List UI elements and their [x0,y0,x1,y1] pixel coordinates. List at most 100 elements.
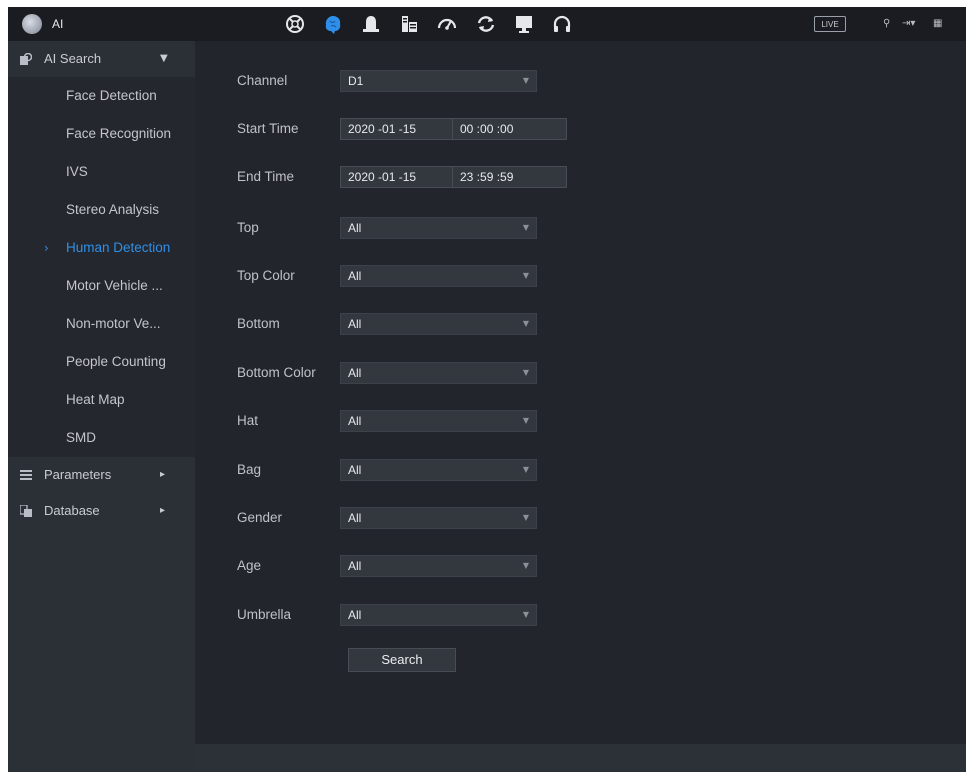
logout-icon[interactable]: ⇥▾ [902,17,915,31]
sidebar-ai-search[interactable]: AI Search ▼ [8,41,195,77]
umbrella-select[interactable]: All ▼ [340,604,537,626]
footer-bar [195,744,966,772]
start-time-input[interactable]: 00 :00 :00 [452,118,567,140]
live-button[interactable]: LIVE [814,16,846,32]
bottom-label: Bottom [237,316,280,331]
top-color-label: Top Color [237,268,295,283]
chevron-down-icon: ▼ [522,319,529,328]
search-icon [20,53,32,65]
gender-select[interactable]: All ▼ [340,507,537,529]
sidebar-item-face-recognition[interactable]: Face Recognition [8,115,195,153]
sidebar-item-label: SMD [66,430,96,445]
ai-logo-icon [22,14,42,34]
gender-label: Gender [237,510,283,525]
bottom-color-value: All [348,366,362,380]
top-label: Top [237,220,259,235]
bottom-color-row: Bottom Color All ▼ [195,360,966,386]
brand: AI [22,13,63,35]
chevron-down-icon: ▼ [522,513,529,522]
umbrella-value: All [348,608,362,622]
end-time-row: End Time 2020 -01 -15 23 :59 :59 [195,164,966,190]
sidebar-item-non-motor-vehicle[interactable]: Non-motor Ve... [8,305,195,343]
start-time-row: Start Time 2020 -01 -15 00 :00 :00 [195,116,966,142]
app-window: AI LIVE ⚲ ⇥▾ ▦ AI Search ▼ Face Detectio… [8,7,966,772]
sidebar-ai-search-label: AI Search [44,51,102,66]
hat-select[interactable]: All ▼ [340,410,537,432]
sidebar-database-label: Database [44,503,100,518]
channel-value: D1 [348,74,364,88]
sidebar-parameters-label: Parameters [44,467,112,482]
sidebar-item-label: Face Recognition [66,126,172,141]
gender-row: Gender All ▼ [195,505,966,531]
age-row: Age All ▼ [195,553,966,579]
sidebar-parameters[interactable]: Parameters ▸ [8,457,195,493]
storage-icon[interactable] [396,11,422,37]
sidebar-item-stereo-analysis[interactable]: Stereo Analysis [8,191,195,229]
network-icon[interactable] [282,11,308,37]
bag-select[interactable]: All ▼ [340,459,537,481]
top-bar: AI LIVE ⚲ ⇥▾ ▦ [8,7,966,41]
hat-label: Hat [237,413,259,428]
umbrella-row: Umbrella All ▼ [195,602,966,628]
main-panel: Channel D1 ▼ Start Time 2020 -01 -15 00 … [195,41,966,772]
chevron-down-icon: ▼ [522,223,529,232]
bottom-value: All [348,317,362,331]
sidebar-item-label: Stereo Analysis [66,202,160,217]
user-icon[interactable]: ⚲ [883,17,890,31]
refresh-icon[interactable] [473,11,499,37]
channel-label: Channel [237,73,288,88]
sidebar-item-label: IVS [66,164,88,179]
sidebar-item-label: Non-motor Ve... [66,316,161,331]
database-icon [20,505,32,517]
sidebar-item-ivs[interactable]: IVS [8,153,195,191]
alarm-bell-icon[interactable] [358,11,384,37]
top-color-row: Top Color All ▼ [195,263,966,289]
ai-brain-icon[interactable] [320,11,346,37]
channel-select[interactable]: D1 ▼ [340,70,537,92]
sidebar-item-motor-vehicle[interactable]: Motor Vehicle ... [8,267,195,305]
list-icon [20,470,32,480]
age-select[interactable]: All ▼ [340,555,537,577]
age-label: Age [237,558,262,573]
bag-value: All [348,463,362,477]
sidebar-item-label: Face Detection [66,88,157,103]
sidebar-item-label: Human Detection [66,240,171,255]
chevron-down-icon: ▼ [522,561,529,570]
ai-search-submenu: Face Detection Face Recognition IVS Ster… [8,77,195,457]
chevron-right-icon: ▸ [160,505,166,516]
bottom-select[interactable]: All ▼ [340,313,537,335]
gender-value: All [348,511,362,525]
search-button[interactable]: Search [348,648,456,672]
sidebar-item-smd[interactable]: SMD [8,419,195,457]
sidebar-item-face-detection[interactable]: Face Detection [8,77,195,115]
age-value: All [348,559,362,573]
chevron-down-icon: ▼ [522,76,529,85]
sidebar-item-heat-map[interactable]: Heat Map [8,381,195,419]
start-date-input[interactable]: 2020 -01 -15 [340,118,453,140]
headset-icon[interactable] [549,11,575,37]
sidebar-item-human-detection[interactable]: › Human Detection [8,229,195,267]
chevron-down-icon: ▼ [522,465,529,474]
start-time-label: Start Time [237,121,299,136]
sidebar-database[interactable]: Database ▸ [8,493,195,529]
app-title: AI [52,17,64,31]
bag-label: Bag [237,462,262,477]
end-date-input[interactable]: 2020 -01 -15 [340,166,453,188]
sidebar-item-label: Motor Vehicle ... [66,278,163,293]
chevron-down-icon: ▼ [160,53,168,64]
top-row: Top All ▼ [195,215,966,241]
chevron-down-icon: ▼ [522,271,529,280]
chevron-right-icon: › [44,241,49,255]
sidebar: AI Search ▼ Face Detection Face Recognit… [8,41,195,772]
end-time-label: End Time [237,169,295,184]
grid-icon[interactable]: ▦ [933,17,942,31]
sidebar-item-people-counting[interactable]: People Counting [8,343,195,381]
end-time-input[interactable]: 23 :59 :59 [452,166,567,188]
bottom-color-select[interactable]: All ▼ [340,362,537,384]
chevron-right-icon: ▸ [160,469,166,480]
speedometer-icon[interactable] [434,11,460,37]
top-select[interactable]: All ▼ [340,217,537,239]
monitor-icon[interactable] [511,11,537,37]
hat-row: Hat All ▼ [195,408,966,434]
top-color-select[interactable]: All ▼ [340,265,537,287]
